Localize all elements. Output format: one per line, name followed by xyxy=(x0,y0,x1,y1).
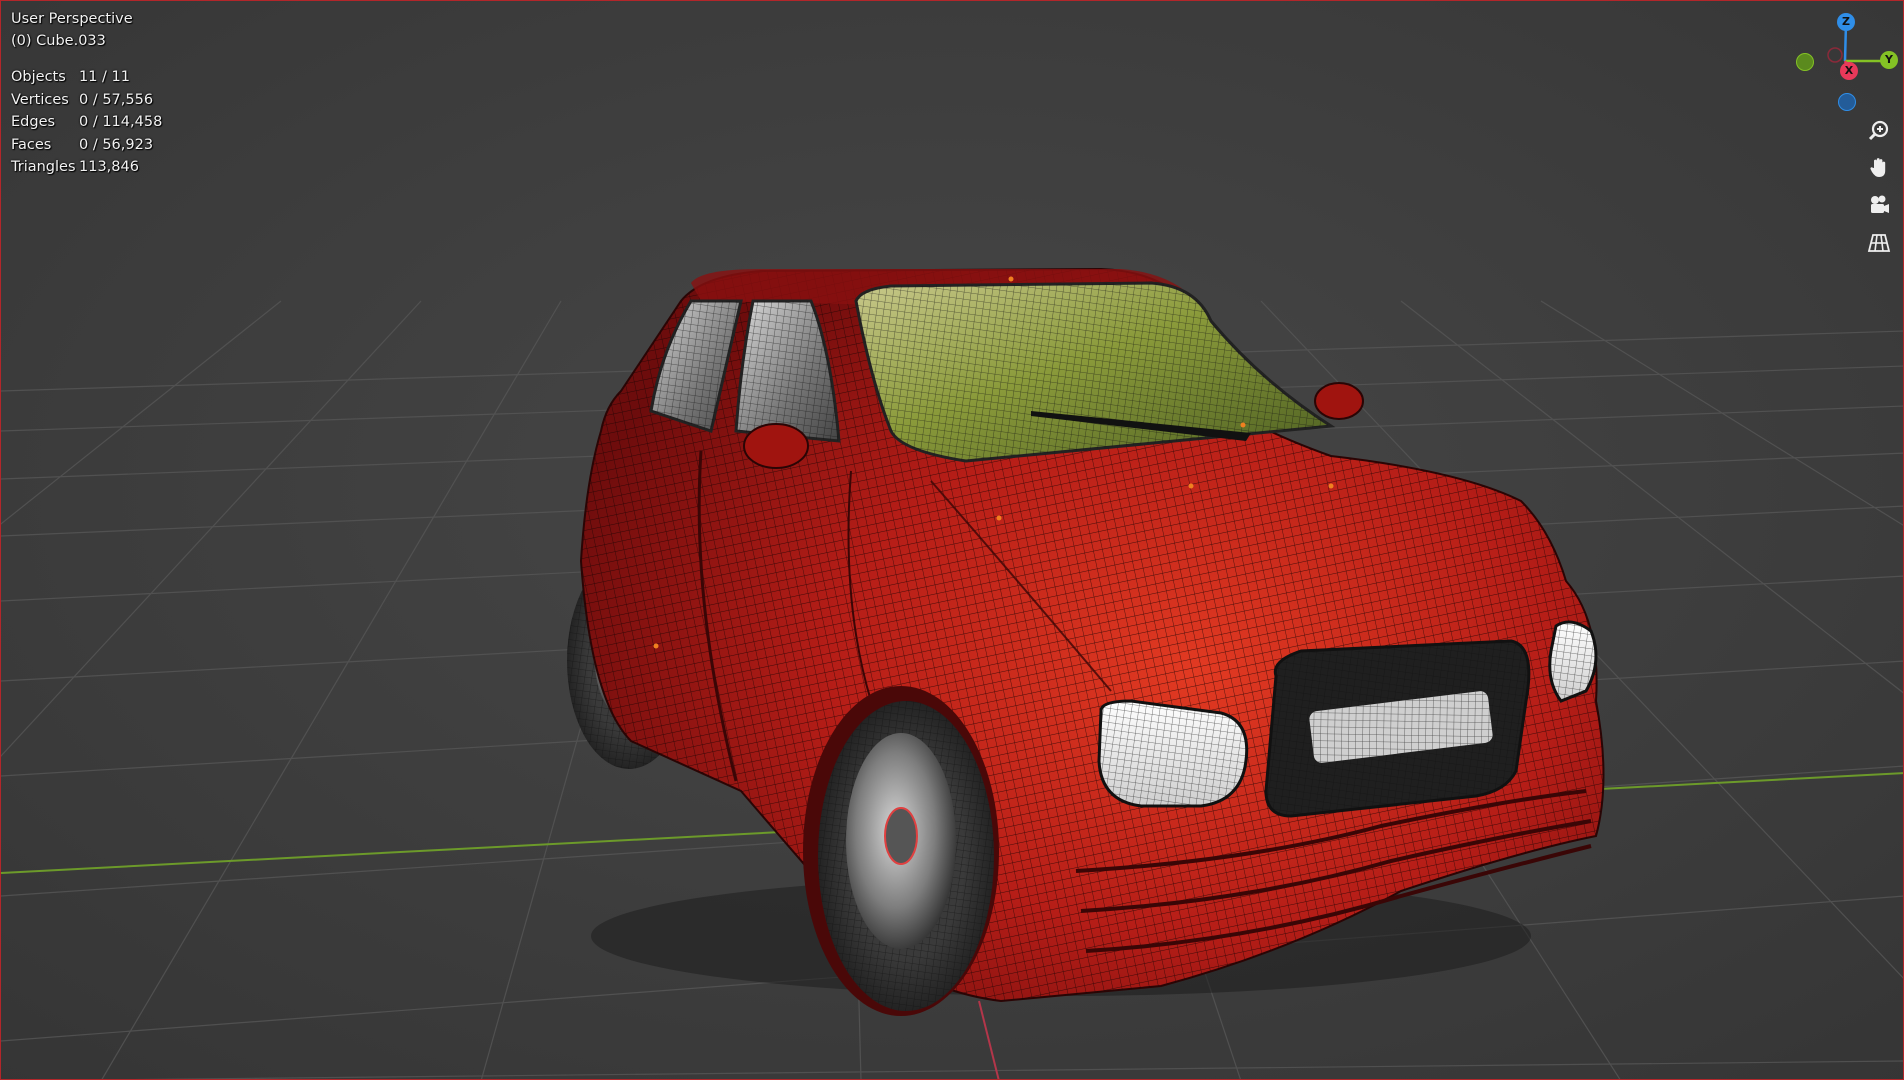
scene-statistics: Objects 11 / 11 Vertices 0 / 57,556 Edge… xyxy=(11,66,162,179)
x-axis-ball[interactable]: X xyxy=(1840,62,1858,80)
scene-render xyxy=(1,1,1903,1079)
zoom-icon[interactable] xyxy=(1863,115,1895,147)
stat-label: Triangles xyxy=(11,159,76,175)
navigation-gizmo[interactable]: Z Y X xyxy=(1789,9,1899,119)
view-name: User Perspective xyxy=(11,11,133,27)
stat-value: 11 / 11 xyxy=(79,69,131,85)
stat-value: 0 / 56,923 xyxy=(79,136,154,153)
stat-value: 0 / 57,556 xyxy=(79,91,154,108)
camera-view-icon[interactable] xyxy=(1863,189,1895,221)
active-object-name: (0) Cube.033 xyxy=(11,33,106,49)
stat-row-edges: Edges 0 / 114,458 xyxy=(11,111,162,134)
hand-icon-glyph xyxy=(1870,158,1886,177)
stat-value: 0 / 114,458 xyxy=(79,114,163,130)
zoom-icon-glyph xyxy=(1868,120,1889,141)
stat-row-triangles: Triangles 113,846 xyxy=(11,156,162,179)
3d-viewport[interactable]: User Perspective (0) Cube.033 Objects 11… xyxy=(0,0,1904,1080)
y-axis-ball[interactable]: Y xyxy=(1880,51,1898,69)
stat-label: Objects xyxy=(11,69,66,85)
stat-label: Vertices xyxy=(11,91,69,108)
stat-row-faces: Faces 0 / 56,923 xyxy=(11,134,162,157)
z-axis-ball[interactable]: Z xyxy=(1837,13,1855,31)
grid-icon-glyph xyxy=(1867,234,1891,252)
stat-row-objects: Objects 11 / 11 xyxy=(11,66,162,89)
camera-icon-glyph xyxy=(1871,195,1889,213)
stat-label: Edges xyxy=(11,114,56,130)
stat-row-vertices: Vertices 0 / 57,556 xyxy=(11,89,162,112)
stat-value: 113,846 xyxy=(79,159,139,175)
hand-pan-icon[interactable] xyxy=(1863,152,1895,184)
stat-label: Faces xyxy=(11,136,52,153)
neg-y-axis-ball[interactable] xyxy=(1796,53,1814,71)
perspective-grid-icon[interactable] xyxy=(1863,227,1895,259)
neg-z-axis-ball[interactable] xyxy=(1838,93,1856,111)
viewport-info: User Perspective (0) Cube.033 xyxy=(11,8,133,52)
